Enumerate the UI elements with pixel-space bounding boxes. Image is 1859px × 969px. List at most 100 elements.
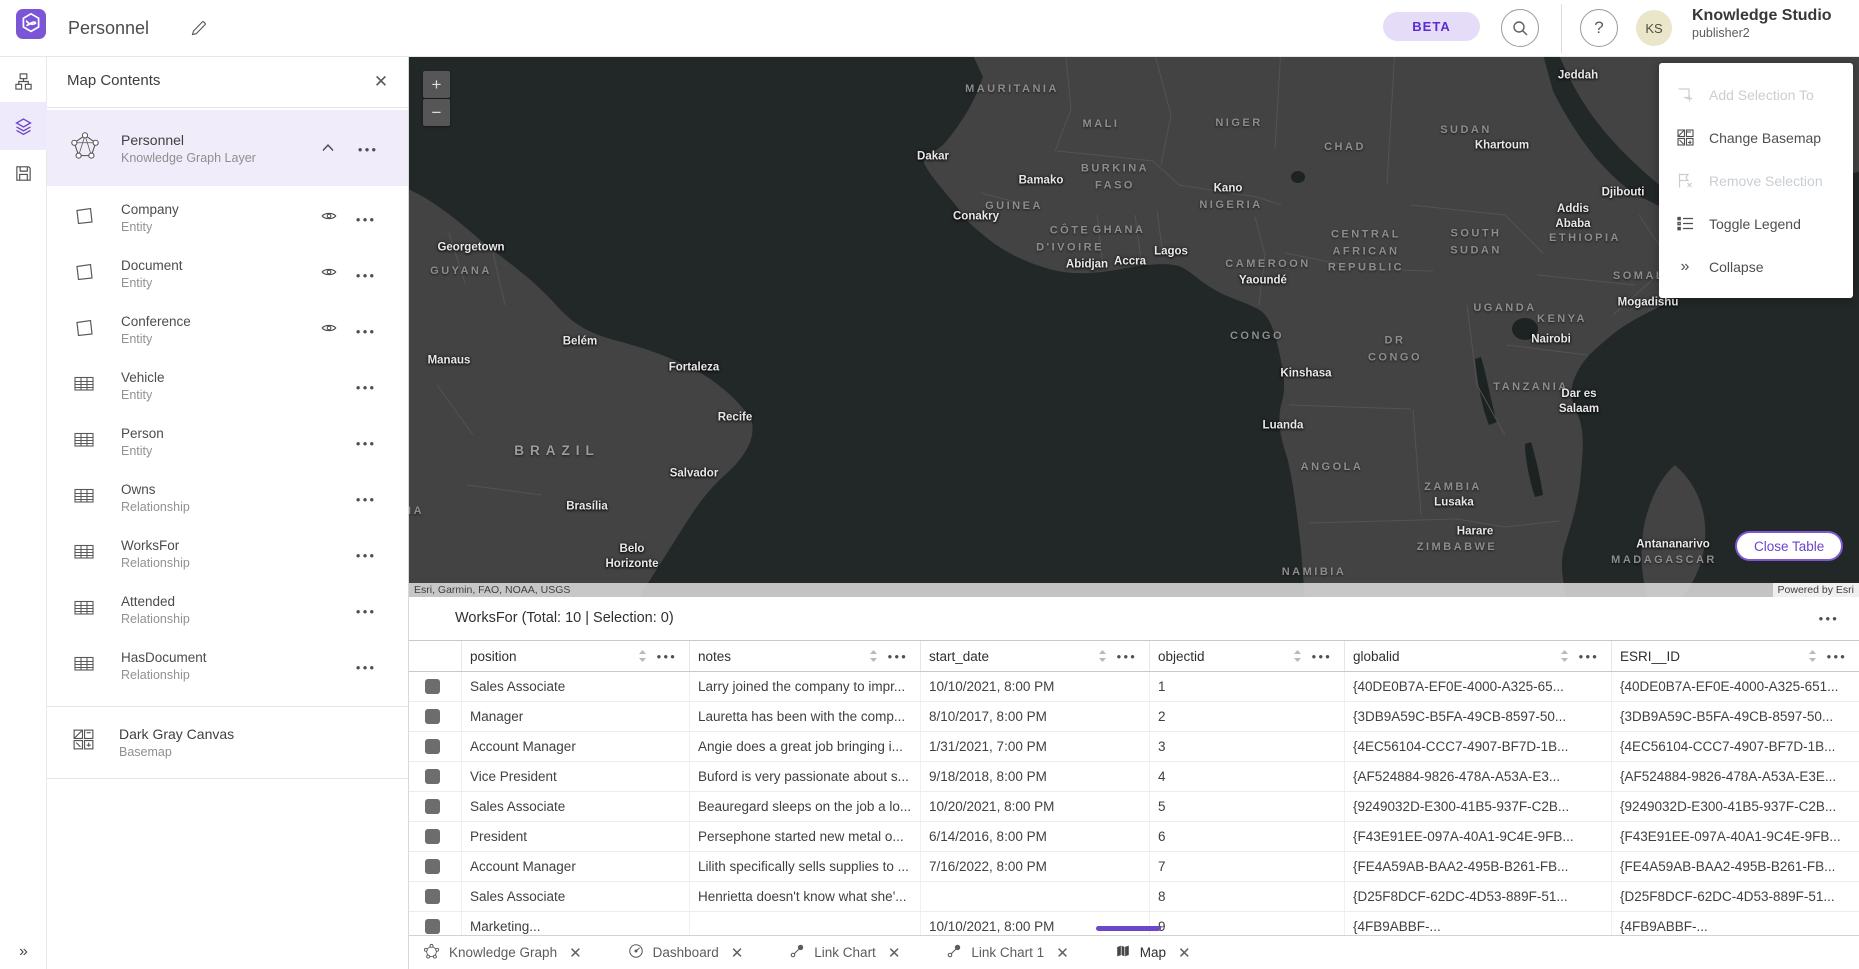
layer-group-menu-icon[interactable]: ●●● [358, 145, 379, 154]
main-area: MAURITANIAMALINIGERSUDANCHADBURKINA FASO… [409, 57, 1859, 969]
layer-row[interactable]: Vehicle Entity ●●● [47, 358, 408, 414]
sort-icon[interactable] [1560, 649, 1569, 663]
tab-knowledge-graph[interactable]: Knowledge Graph ✕ [423, 943, 582, 963]
app-logo-icon[interactable] [16, 9, 46, 39]
tab-link-chart[interactable]: Link Chart ✕ [789, 943, 900, 962]
visibility-eye-icon[interactable] [312, 263, 346, 286]
save-icon[interactable] [0, 149, 47, 197]
search-button[interactable] [1501, 9, 1539, 47]
cell-esri-id: {D25F8DCF-62DC-4D53-889F-51... [1612, 882, 1859, 911]
layer-row[interactable]: HasDocument Relationship ●●● [47, 638, 408, 694]
city-label: Luanda [1263, 419, 1304, 434]
cell-objectid: 2 [1150, 702, 1345, 731]
city-label: Nairobi [1531, 333, 1571, 348]
layers-panel-icon[interactable] [0, 102, 47, 150]
city-label: Djibouti [1602, 186, 1645, 201]
layer-row[interactable]: Owns Relationship ●●● [47, 470, 408, 526]
edit-title-icon[interactable] [188, 18, 210, 40]
zoom-in-button[interactable]: + [423, 71, 450, 98]
menu-item-change-basemap[interactable]: Change Basemap [1659, 116, 1853, 159]
close-tab-icon[interactable]: ✕ [569, 944, 582, 962]
menu-item-toggle-legend[interactable]: Toggle Legend [1659, 202, 1853, 245]
layer-row[interactable]: Conference Entity ●●● [47, 302, 408, 358]
layer-menu-icon[interactable]: ●●● [356, 551, 377, 560]
cell-start-date: 10/10/2021, 8:00 PM [921, 672, 1150, 701]
layer-row[interactable]: Company Entity ●●● [47, 190, 408, 246]
basemap-row[interactable]: Dark Gray Canvas Basemap [47, 710, 408, 774]
column-menu-icon[interactable]: ●●● [1827, 652, 1848, 661]
column-menu-icon[interactable]: ●●● [1579, 652, 1600, 661]
collapse-chevron-icon[interactable] [308, 139, 348, 157]
column-header-esri-id[interactable]: ESRI__ID●●● [1612, 641, 1859, 671]
close-tab-icon[interactable]: ✕ [888, 944, 901, 962]
layer-menu-icon[interactable]: ●●● [356, 383, 377, 392]
map-view[interactable]: MAURITANIAMALINIGERSUDANCHADBURKINA FASO… [409, 57, 1859, 597]
city-label: Khartoum [1475, 139, 1529, 154]
menu-item-label: Collapse [1709, 259, 1763, 275]
city-label: Conakry [953, 210, 999, 225]
row-checkbox[interactable] [425, 709, 440, 724]
layer-row[interactable]: Attended Relationship ●●● [47, 582, 408, 638]
zoom-out-button[interactable]: − [423, 99, 450, 126]
layer-group-personnel[interactable]: Personnel Knowledge Graph Layer ●●● [47, 110, 408, 186]
row-checkbox[interactable] [425, 799, 440, 814]
row-checkbox[interactable] [425, 889, 440, 904]
column-header-objectid[interactable]: objectid●●● [1150, 641, 1345, 671]
layer-menu-icon[interactable]: ●●● [356, 327, 377, 336]
column-menu-icon[interactable]: ●●● [1312, 652, 1333, 661]
tab-map[interactable]: Map ✕ [1115, 943, 1191, 962]
row-checkbox[interactable] [425, 769, 440, 784]
column-menu-icon[interactable]: ●●● [657, 652, 678, 661]
layer-menu-icon[interactable]: ●●● [356, 495, 377, 504]
data-model-icon[interactable] [0, 57, 47, 105]
table-menu-icon[interactable]: ●●● [1819, 614, 1840, 623]
row-checkbox[interactable] [425, 919, 440, 934]
column-header-position[interactable]: position●●● [462, 641, 690, 671]
expand-rail-icon[interactable]: » [0, 943, 47, 961]
visibility-eye-icon[interactable] [312, 319, 346, 342]
layer-menu-icon[interactable]: ●●● [356, 663, 377, 672]
table-icon [71, 651, 99, 682]
column-menu-icon[interactable]: ●●● [1117, 652, 1138, 661]
column-header-notes[interactable]: notes●●● [690, 641, 921, 671]
cell-esri-id: {9249032D-E300-41B5-937F-C2B... [1612, 792, 1859, 821]
tab-link-chart-1[interactable]: Link Chart 1 ✕ [946, 943, 1068, 962]
horizontal-scrollbar[interactable] [1096, 926, 1161, 931]
page-title: Personnel [68, 0, 149, 57]
layer-row[interactable]: Document Entity ●●● [47, 246, 408, 302]
cell-objectid: 9 [1150, 912, 1345, 935]
menu-item-collapse[interactable]: » Collapse [1659, 245, 1853, 288]
column-menu-icon[interactable]: ●●● [888, 652, 909, 661]
table-row: Account Manager Angie does a great job b… [409, 732, 1859, 762]
close-tab-icon[interactable]: ✕ [1056, 944, 1069, 962]
row-checkbox[interactable] [425, 739, 440, 754]
help-button[interactable]: ? [1580, 9, 1618, 47]
tab-dashboard[interactable]: Dashboard ✕ [628, 943, 744, 962]
sort-icon[interactable] [1098, 649, 1107, 663]
layer-row[interactable]: WorksFor Relationship ●●● [47, 526, 408, 582]
layer-name: Company [121, 202, 312, 217]
layer-menu-icon[interactable]: ●●● [356, 607, 377, 616]
sort-icon[interactable] [869, 649, 878, 663]
sort-icon[interactable] [1808, 649, 1817, 663]
row-checkbox[interactable] [425, 859, 440, 874]
close-tab-icon[interactable]: ✕ [731, 944, 744, 962]
close-table-button[interactable]: Close Table [1735, 531, 1843, 561]
row-checkbox[interactable] [425, 829, 440, 844]
visibility-eye-icon[interactable] [312, 207, 346, 230]
close-panel-icon[interactable]: ✕ [368, 69, 394, 95]
layer-menu-icon[interactable]: ●●● [356, 215, 377, 224]
layer-row[interactable]: Person Entity ●●● [47, 414, 408, 470]
tab-label: Map [1140, 945, 1166, 960]
layer-menu-icon[interactable]: ●●● [356, 271, 377, 280]
sort-icon[interactable] [638, 649, 647, 663]
row-checkbox[interactable] [425, 679, 440, 694]
close-tab-icon[interactable]: ✕ [1178, 944, 1191, 962]
country-label: MALI [1083, 116, 1120, 133]
sort-icon[interactable] [1293, 649, 1302, 663]
layer-menu-icon[interactable]: ●●● [356, 439, 377, 448]
avatar[interactable]: KS [1636, 10, 1672, 46]
column-header-start-date[interactable]: start_date●●● [921, 641, 1150, 671]
column-header-globalid[interactable]: globalid●●● [1345, 641, 1612, 671]
table-icon [71, 595, 99, 626]
